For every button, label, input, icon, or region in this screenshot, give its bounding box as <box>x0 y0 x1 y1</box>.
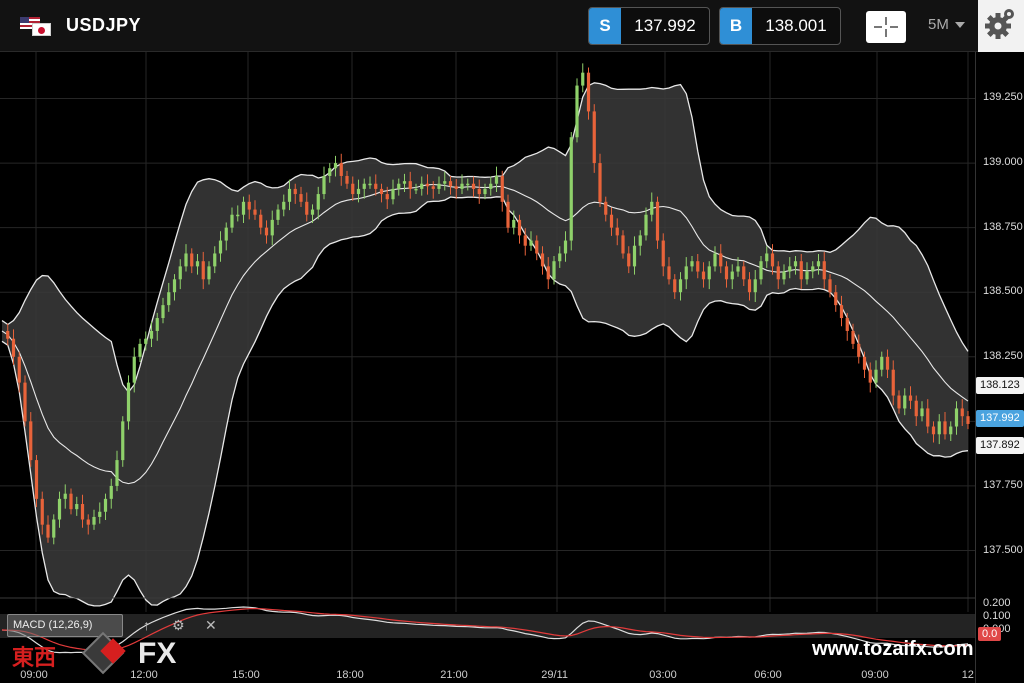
arrow-up-icon[interactable]: ↑ <box>143 617 150 633</box>
upper-band-price-tag: 138.123 <box>976 377 1024 394</box>
macd-axis-label: 0.100 <box>983 610 1011 622</box>
close-icon[interactable]: ✕ <box>205 617 217 634</box>
brand-logo-fx: FX <box>138 637 177 670</box>
chevron-down-icon[interactable] <box>955 22 965 28</box>
lower-band-price-tag: 137.892 <box>976 437 1024 454</box>
candle <box>500 170 504 212</box>
toolbar: USDJPY S 137.992 B 138.001 5M <box>0 0 1024 52</box>
timeframe-selector[interactable]: 5M <box>928 16 949 33</box>
currency-pair-flags-icon <box>20 17 52 37</box>
buy-tag: B <box>720 8 752 44</box>
symbol-title[interactable]: USDJPY <box>66 15 141 36</box>
website-watermark: www.tozaifx.com <box>812 638 974 660</box>
time-axis-label: 06:00 <box>754 669 782 681</box>
current-price-tag: 137.992 <box>976 410 1024 427</box>
time-axis-label: 15:00 <box>232 669 260 681</box>
time-axis-label: 21:00 <box>440 669 468 681</box>
crosshair-button[interactable] <box>866 11 906 43</box>
candle <box>23 375 27 427</box>
time-axis-label: 03:00 <box>649 669 677 681</box>
candle <box>592 104 596 173</box>
sell-price: 137.992 <box>634 16 696 35</box>
gear-icon[interactable]: ⚙ <box>172 617 185 634</box>
sell-button[interactable]: S 137.992 <box>588 7 710 45</box>
macd-value-tag: 0.0 <box>978 627 1002 641</box>
buy-button[interactable]: B 138.001 <box>719 7 841 45</box>
price-chart[interactable] <box>0 52 975 683</box>
candle <box>121 416 125 467</box>
candle <box>581 63 585 93</box>
settings-button[interactable] <box>978 0 1024 52</box>
sell-tag: S <box>589 8 621 44</box>
bollinger-band-fill <box>2 82 968 606</box>
japan-flag-icon <box>32 23 51 36</box>
time-axis-label: 09:00 <box>861 669 889 681</box>
price-axis-label: 138.500 <box>983 285 1023 298</box>
buy-price: 138.001 <box>765 16 827 35</box>
macd-axis-label: 0.200 <box>983 597 1011 609</box>
price-axis-label: 138.250 <box>983 349 1023 362</box>
crosshair-icon <box>885 17 887 25</box>
price-axis-label: 137.750 <box>983 478 1023 491</box>
price-axis[interactable] <box>975 52 1024 683</box>
gear-icon <box>985 9 1014 39</box>
price-axis-label: 138.750 <box>983 220 1023 233</box>
candle <box>575 78 579 143</box>
price-axis-label: 137.500 <box>983 543 1023 556</box>
time-axis-label: 12 <box>961 669 974 681</box>
price-axis-label: 139.250 <box>983 91 1023 104</box>
brand-logo-kanji: 東西 <box>12 645 57 670</box>
candle <box>138 338 142 362</box>
time-axis-label: 18:00 <box>336 669 364 681</box>
candle <box>569 132 573 251</box>
price-axis-label: 139.000 <box>983 156 1023 169</box>
time-axis-label: 29/11 <box>541 669 568 681</box>
